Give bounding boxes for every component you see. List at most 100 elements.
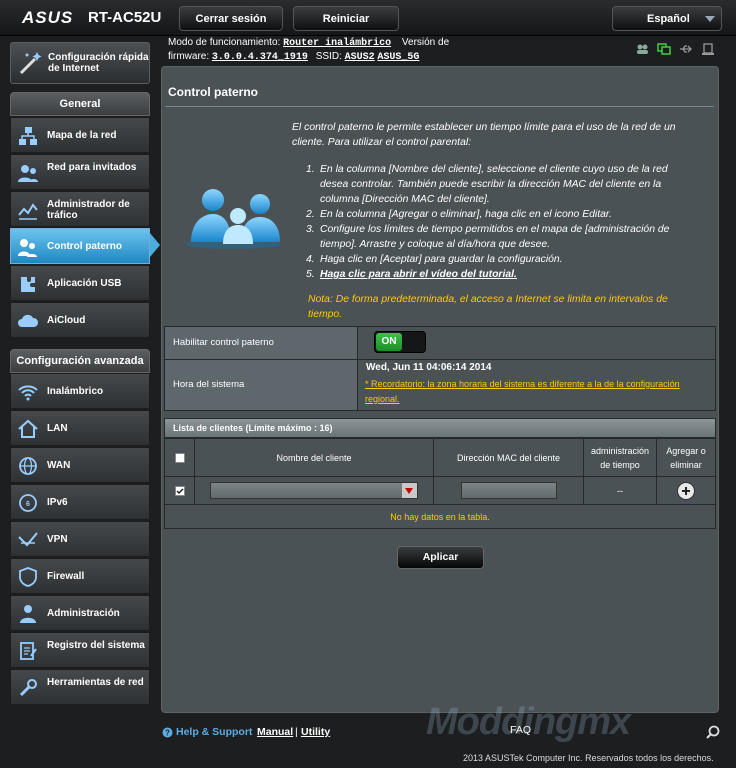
reboot-button[interactable]: Reiniciar [293, 6, 399, 31]
select-all-cell [165, 439, 195, 477]
ssid-link-2[interactable]: ASUS_5G [377, 52, 419, 63]
col-header-mac: Dirección MAC del cliente [434, 439, 584, 477]
wireless-icon [18, 385, 38, 401]
sidebar-item-label: Administración [47, 608, 120, 619]
title-divider [165, 106, 714, 107]
sidebar-item-label: AiCloud [47, 315, 86, 326]
ipv6-icon: 6 [19, 494, 37, 512]
asus-logo: ASUS [22, 8, 74, 27]
col-header-name: Nombre del cliente [195, 439, 434, 477]
firmware-label: firmware: [168, 51, 210, 62]
sidebar-item-network-tools[interactable]: Herramientas de red [10, 669, 150, 705]
faq-link[interactable]: FAQ [510, 724, 531, 736]
sidebar-item-administration[interactable]: Administración [10, 595, 150, 631]
firewall-icon [19, 567, 37, 587]
parental-control-toggle[interactable]: ON [374, 331, 426, 353]
mode-label: Modo de funcionamiento: [168, 37, 281, 48]
row-divider [165, 359, 715, 360]
sidebar-item-guest-network[interactable]: Red para invitados [10, 154, 150, 190]
usb-status-icon[interactable] [679, 42, 693, 56]
sidebar-item-label: Mapa de la red [47, 130, 117, 141]
list-item: 4. Haga clic en [Aceptar] para guardar la… [306, 254, 563, 265]
list-item: 1. En la columna [Nombre del cliente], se… [306, 162, 686, 207]
no-data-message: No hay datos en la tabla. [390, 511, 490, 522]
sidebar-item-lan[interactable]: LAN [10, 410, 150, 446]
manual-link[interactable]: Manual [257, 726, 293, 738]
network-status-icon[interactable] [657, 42, 671, 56]
apply-button[interactable]: Aplicar [397, 546, 484, 569]
client-name-select[interactable] [210, 482, 418, 499]
add-icon[interactable] [677, 481, 695, 500]
search-icon[interactable] [705, 724, 721, 740]
list-item: 5. Haga clic para abrir el vídeo del tuto… [306, 267, 517, 282]
aicloud-icon [18, 314, 39, 327]
mode-link[interactable]: Router inalámbrico [283, 38, 391, 49]
step-text: En la columna [Nombre del cliente], sele… [320, 164, 668, 205]
sidebar-item-label: LAN [47, 423, 68, 434]
add-cell [657, 477, 715, 505]
client-list-title: Lista de clientes (Límite máximo : 16) [164, 418, 716, 438]
enable-label: Habilitar control paterno [173, 337, 274, 348]
printer-icon[interactable] [701, 42, 715, 56]
lan-icon [18, 419, 38, 438]
help-icon: ? [162, 727, 173, 738]
system-log-icon [20, 642, 37, 660]
utility-link[interactable]: Utility [301, 726, 330, 738]
operation-mode: Modo de funcionamiento: Router inalámbri… [168, 37, 449, 49]
sidebar-item-label: Firewall [47, 571, 85, 582]
parental-control-icon [18, 239, 37, 257]
svg-text:?: ? [165, 729, 170, 738]
network-map-icon [19, 127, 37, 145]
footer-separator: | [295, 726, 298, 738]
sidebar-item-traffic-manager[interactable]: Administrador de tráfico [10, 191, 150, 227]
row-check-cell [165, 477, 195, 505]
active-item-pointer [150, 233, 160, 257]
col-header-time-mgmt: administración de tiempo [584, 439, 657, 477]
sidebar-item-label: Registro del sistema [47, 640, 145, 651]
sidebar-item-firewall[interactable]: Firewall [10, 558, 150, 594]
toggle-on-label: ON [376, 333, 402, 351]
language-select[interactable]: Español [612, 6, 722, 31]
sidebar-item-ipv6[interactable]: 6 IPv6 [10, 484, 150, 520]
quick-setup-label: Configuración rápida de Internet [48, 52, 149, 74]
firmware-info: firmware: 3.0.0.4.374_1919 SSID: ASUS2 A… [168, 51, 419, 63]
magic-wand-icon [19, 52, 42, 75]
row-checkbox[interactable] [174, 485, 185, 496]
vpn-icon [18, 532, 38, 547]
sidebar-item-wan[interactable]: WAN [10, 447, 150, 483]
sidebar-item-label: WAN [47, 460, 71, 471]
sidebar-item-system-log[interactable]: Registro del sistema [10, 632, 150, 668]
select-all-checkbox[interactable] [174, 452, 185, 463]
sidebar-item-usb-app[interactable]: Aplicación USB [10, 265, 150, 301]
sidebar-item-label: Inalámbrico [47, 386, 104, 397]
sidebar-item-wireless[interactable]: Inalámbrico [10, 373, 150, 409]
ssid-label: SSID: [315, 51, 342, 62]
system-time-label: Hora del sistema [173, 379, 245, 390]
clients-icon[interactable] [635, 42, 649, 56]
page-title: Control paterno [168, 85, 258, 99]
traffic-manager-icon [18, 203, 38, 220]
step-text: En la columna [Agregar o eliminar], haga… [320, 209, 612, 220]
quick-setup-button[interactable]: Configuración rápida de Internet [10, 42, 150, 84]
tutorial-video-link[interactable]: Haga clic para abrir el vídeo del tutori… [320, 267, 517, 282]
sidebar-item-network-map[interactable]: Mapa de la red [10, 117, 150, 153]
guest-network-icon [18, 165, 38, 182]
sidebar-item-parental-control[interactable]: Control paterno [10, 228, 150, 264]
mac-address-input[interactable] [460, 482, 557, 499]
logout-button[interactable]: Cerrar sesión [179, 6, 283, 31]
dropdown-arrow-icon[interactable] [402, 483, 417, 498]
step-text: Configure los límites de tiempo permitid… [320, 224, 670, 250]
sidebar-item-aicloud[interactable]: AiCloud [10, 302, 150, 338]
firmware-link[interactable]: 3.0.0.4.374_1919 [212, 52, 308, 63]
ssid-link-1[interactable]: ASUS2 [345, 52, 375, 63]
list-item: 3. Configure los límites de tiempo permit… [306, 222, 686, 252]
intro-text: El control paterno le permite establecer… [292, 122, 676, 148]
timezone-reminder-link[interactable]: * Recordatorio: la zona horaria del sist… [365, 377, 705, 407]
time-mgmt-cell: -- [584, 477, 657, 505]
wan-icon [19, 457, 37, 475]
step-text: Haga clic en [Aceptar] para guardar la c… [320, 254, 563, 265]
sidebar-item-vpn[interactable]: VPN [10, 521, 150, 557]
sidebar-item-label: Herramientas de red [47, 677, 144, 688]
help-support-link[interactable]: Help & Support [176, 726, 252, 738]
sidebar-item-label: Aplicación USB [47, 278, 122, 289]
